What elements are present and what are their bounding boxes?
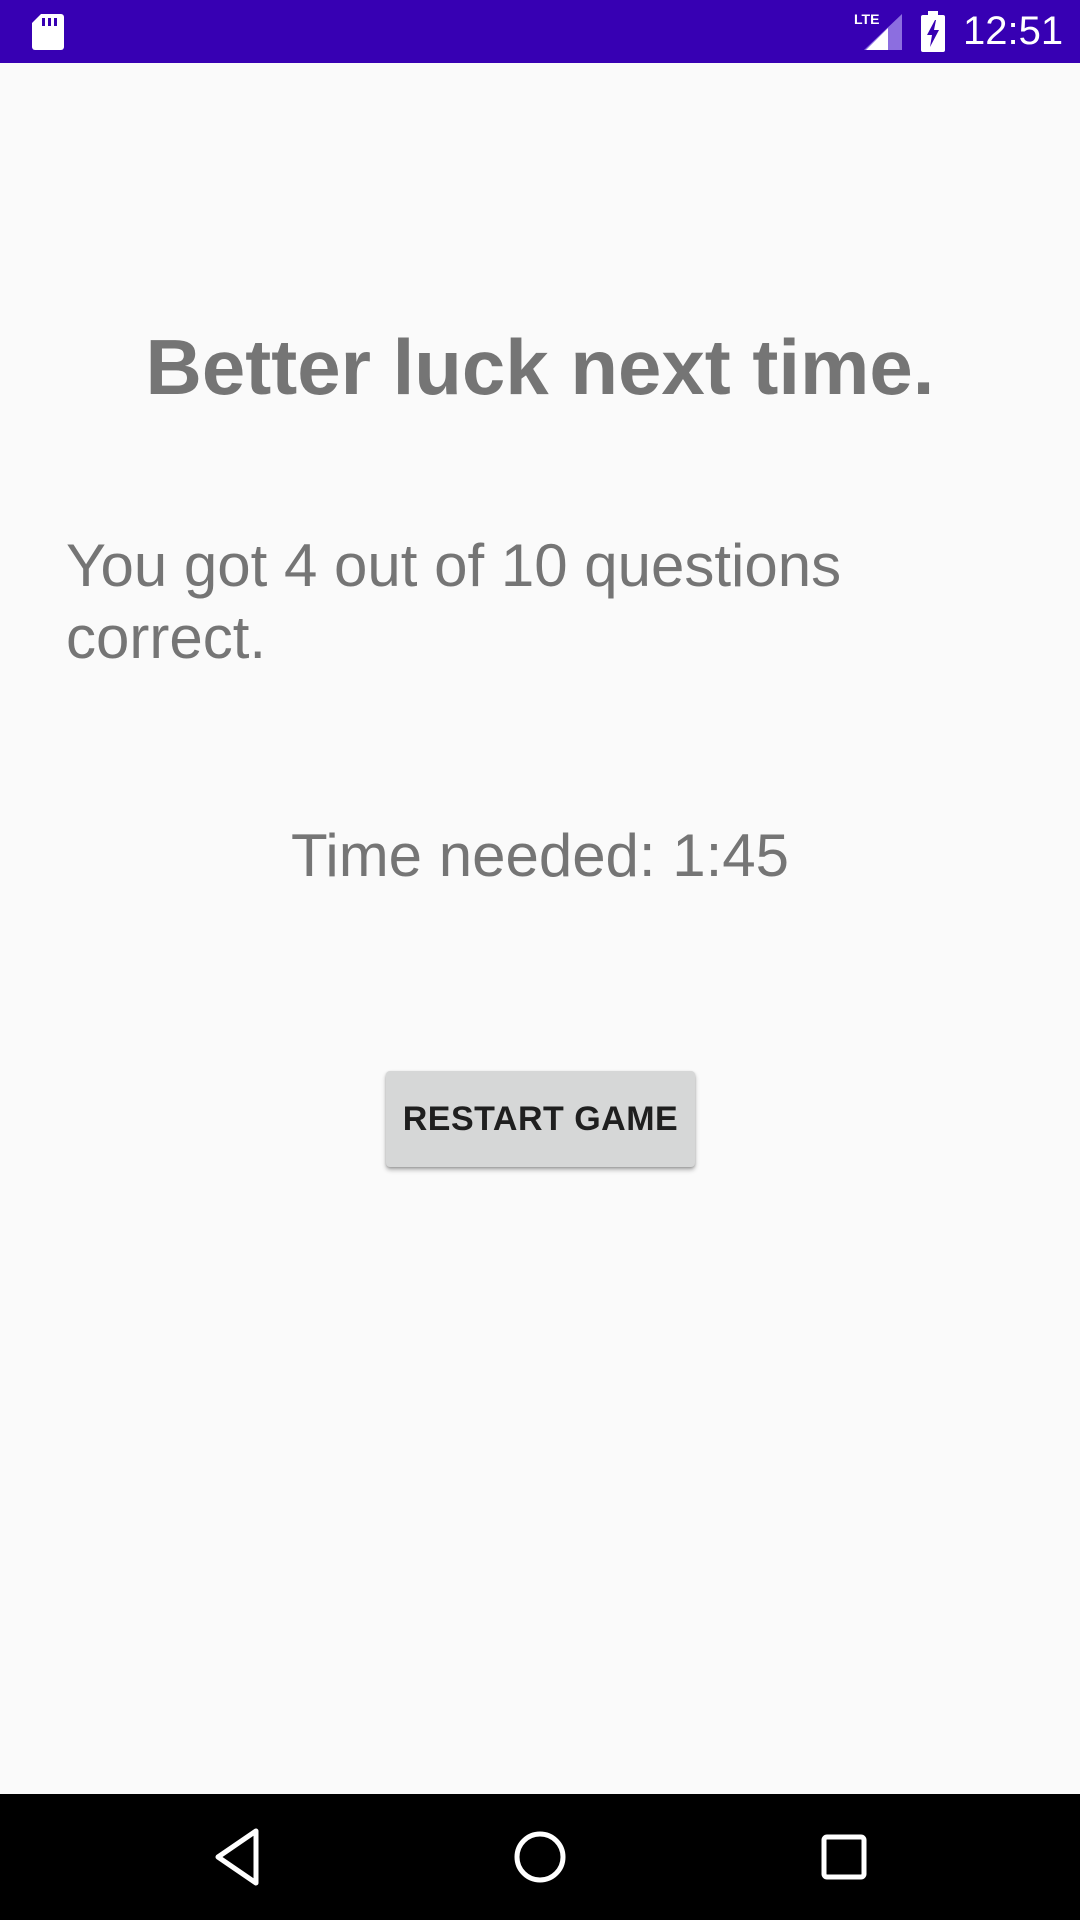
score-message: You got 4 out of 10 questions correct. [66,532,842,671]
navigation-bar [0,1794,1080,1920]
network-type-label: LTE [854,11,879,27]
status-bar: LTE 12:51 [0,0,1080,63]
restart-game-button[interactable]: RESTART GAME [386,1071,695,1167]
quiz-result-screen: LTE 12:51 Better luck next time. You got… [0,0,1080,1920]
result-title: Better luck next time. [145,323,935,411]
status-time: 12:51 [963,9,1064,53]
back-icon[interactable] [208,1825,272,1889]
lte-signal-icon: LTE [854,11,902,50]
sd-card-icon [32,14,64,50]
time-message: Time needed: 1:45 [290,822,790,889]
home-icon[interactable] [508,1825,572,1889]
battery-charging-icon [921,11,945,52]
recents-icon[interactable] [812,1825,876,1889]
